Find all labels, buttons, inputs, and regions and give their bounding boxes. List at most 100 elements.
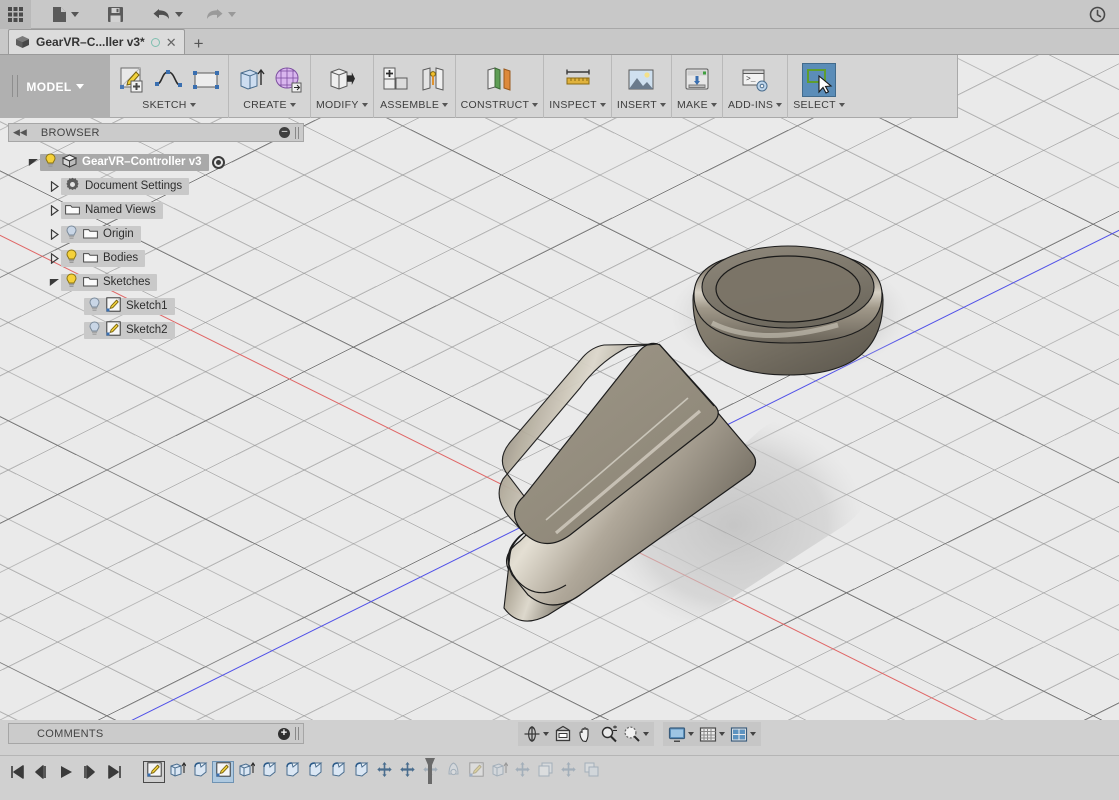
comments-panel-header[interactable]: COMMENTS +: [8, 723, 304, 744]
new-component-icon[interactable]: [379, 63, 413, 97]
select-cursor-icon[interactable]: [802, 63, 837, 97]
timeline-feature-move2[interactable]: [396, 761, 418, 783]
visibility-bulb-on-icon[interactable]: [65, 273, 78, 291]
close-icon[interactable]: ✕: [166, 36, 177, 49]
expand-arrow-icon[interactable]: [47, 204, 61, 216]
visibility-bulb-off-icon[interactable]: [88, 321, 101, 339]
add-comment-icon[interactable]: +: [278, 727, 290, 740]
display-settings-icon[interactable]: [666, 723, 688, 745]
job-status-clock-icon[interactable]: [1082, 0, 1113, 29]
timeline-step-back-button[interactable]: [32, 762, 52, 782]
offset-plane-icon[interactable]: [482, 63, 516, 97]
timeline-feature-revolve1[interactable]: [442, 761, 464, 783]
rectangle-icon[interactable]: [189, 63, 223, 97]
timeline-step-fwd-button[interactable]: [80, 762, 100, 782]
ribbon-group-assemble-label[interactable]: ASSEMBLE: [380, 99, 449, 111]
pan-icon[interactable]: [575, 723, 597, 745]
zoom-icon[interactable]: [598, 723, 620, 745]
timeline-feature-extrude2[interactable]: [235, 761, 257, 783]
chevron-down-icon[interactable]: [643, 732, 649, 736]
scripts-addins-icon[interactable]: >_: [738, 63, 772, 97]
spline-icon[interactable]: [152, 63, 186, 97]
tree-item-sketches[interactable]: Sketches: [8, 270, 304, 294]
timeline-feature-fillet6[interactable]: [350, 761, 372, 783]
tree-item-document-settings[interactable]: Document Settings: [8, 174, 304, 198]
chevron-down-icon[interactable]: [688, 732, 694, 736]
timeline-feature-extrude1[interactable]: [166, 761, 188, 783]
expand-arrow-icon[interactable]: [47, 180, 61, 192]
measure-icon[interactable]: [561, 63, 595, 97]
ribbon-group-create-label[interactable]: CREATE: [243, 99, 296, 111]
timeline-play-button[interactable]: [56, 762, 76, 782]
ribbon-group-inspect-label[interactable]: INSPECT: [549, 99, 606, 111]
viewports-icon[interactable]: [728, 723, 750, 745]
ribbon-group-select-label[interactable]: SELECT: [793, 99, 845, 111]
visibility-bulb-on-icon[interactable]: [44, 153, 57, 171]
timeline-feature-extrude3[interactable]: [488, 761, 510, 783]
timeline-feature-move4[interactable]: [511, 761, 533, 783]
ribbon-group-modify-label[interactable]: MODIFY: [316, 99, 368, 111]
document-tab[interactable]: GearVR–C...ller v3* ✕: [8, 29, 185, 54]
new-file-icon[interactable]: [45, 0, 86, 29]
ribbon-group-insert-label[interactable]: INSERT: [617, 99, 666, 111]
minimize-icon[interactable]: –: [279, 127, 290, 138]
collapse-panel-icon[interactable]: ◀◀: [13, 127, 27, 138]
orbit-icon[interactable]: [521, 723, 543, 745]
timeline-go-start-button[interactable]: [8, 762, 28, 782]
extrude-icon[interactable]: [234, 63, 268, 97]
timeline-feature-fillet5[interactable]: [327, 761, 349, 783]
insert-image-icon[interactable]: [624, 63, 658, 97]
timeline-feature-sketch3[interactable]: [465, 761, 487, 783]
redo-icon[interactable]: [198, 0, 243, 29]
timeline-feature-sketch1[interactable]: [143, 761, 165, 783]
panel-resize-grip[interactable]: [295, 727, 299, 740]
zoom-window-icon[interactable]: [621, 723, 643, 745]
timeline-marker[interactable]: [424, 757, 436, 784]
grid-snaps-icon[interactable]: [697, 723, 719, 745]
tree-item-sketch1[interactable]: Sketch1: [8, 294, 304, 318]
3d-print-icon[interactable]: [680, 63, 714, 97]
look-at-icon[interactable]: [552, 723, 574, 745]
tree-item-named-views[interactable]: Named Views: [8, 198, 304, 222]
panel-resize-grip[interactable]: [295, 126, 299, 139]
app-grid-icon[interactable]: [0, 0, 31, 29]
timeline-feature-sketch2[interactable]: [212, 761, 234, 783]
timeline-feature-fillet3[interactable]: [281, 761, 303, 783]
chevron-down-icon[interactable]: [543, 732, 549, 736]
timeline-feature-copy1[interactable]: [534, 761, 556, 783]
ribbon-group-sketch-label[interactable]: SKETCH: [142, 99, 196, 111]
press-pull-icon[interactable]: [325, 63, 359, 97]
ribbon-group-addins-label[interactable]: ADD-INS: [728, 99, 783, 111]
visibility-bulb-off-icon[interactable]: [88, 297, 101, 315]
timeline-feature-move5[interactable]: [557, 761, 579, 783]
expand-arrow-icon[interactable]: [47, 228, 61, 240]
new-tab-button[interactable]: +: [185, 35, 213, 54]
timeline-go-end-button[interactable]: [104, 762, 124, 782]
expand-arrow-icon[interactable]: [47, 252, 61, 264]
tree-item-label: Named Views: [85, 204, 156, 216]
component-activate-icon[interactable]: [211, 155, 225, 169]
visibility-bulb-off-icon[interactable]: [65, 225, 78, 243]
ribbon-group-construct-label[interactable]: CONSTRUCT: [461, 99, 539, 111]
undo-icon[interactable]: [145, 0, 190, 29]
collapse-arrow-icon[interactable]: [26, 158, 40, 167]
workspace-switcher-button[interactable]: MODEL: [0, 55, 110, 118]
chevron-down-icon[interactable]: [750, 732, 756, 736]
tree-item-root[interactable]: GearVR–Controller v3: [8, 150, 304, 174]
timeline-feature-fillet1[interactable]: [189, 761, 211, 783]
tree-item-origin[interactable]: Origin: [8, 222, 304, 246]
tree-item-sketch2[interactable]: Sketch2: [8, 318, 304, 342]
joint-icon[interactable]: [416, 63, 450, 97]
chevron-down-icon[interactable]: [719, 732, 725, 736]
timeline-feature-fillet4[interactable]: [304, 761, 326, 783]
ribbon-group-make-label[interactable]: MAKE: [677, 99, 717, 111]
save-icon[interactable]: [100, 0, 131, 29]
sculpt-icon[interactable]: [271, 63, 305, 97]
timeline-feature-fillet2[interactable]: [258, 761, 280, 783]
tree-item-bodies[interactable]: Bodies: [8, 246, 304, 270]
visibility-bulb-on-icon[interactable]: [65, 249, 78, 267]
timeline-feature-combine1[interactable]: [580, 761, 602, 783]
timeline-feature-move1[interactable]: [373, 761, 395, 783]
collapse-arrow-icon[interactable]: [47, 278, 61, 287]
create-sketch-icon[interactable]: [115, 63, 149, 97]
